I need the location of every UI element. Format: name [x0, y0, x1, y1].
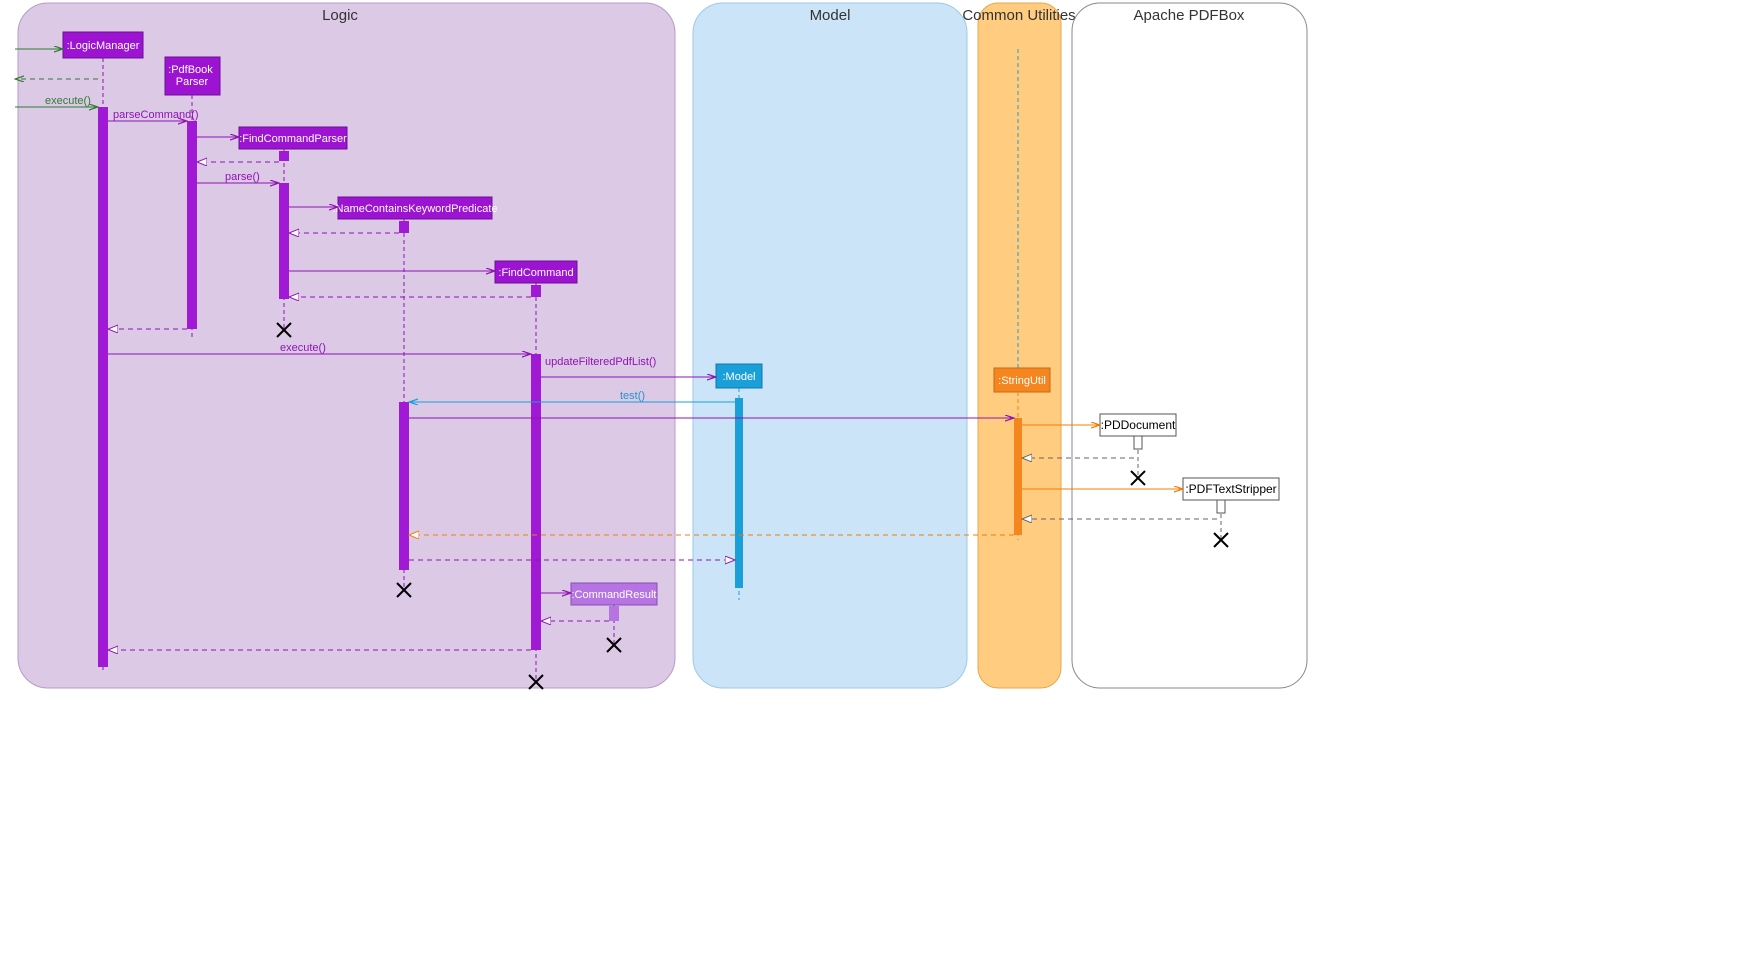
frame-logic-title: Logic [322, 7, 358, 24]
lifeline-stringutil-label: :StringUtil [998, 375, 1046, 387]
msg-parse-label: parse() [225, 171, 260, 183]
lifeline-commandresult-label: :CommandResult [572, 589, 657, 601]
msg-test-label: test() [620, 390, 645, 402]
frame-model [693, 3, 967, 688]
frame-pdfbox [1072, 3, 1307, 688]
lifeline-predicate-label: :NameContainsKeywordPredicate [332, 203, 497, 215]
lifeline-logicmanager-label: :LogicManager [67, 40, 140, 52]
msg-execute-label: execute() [45, 95, 91, 107]
frame-pdfbox-title: Apache PDFBox [1134, 7, 1245, 24]
lifeline-pdftextstripper-label: :PDFTextStripper [1185, 482, 1276, 496]
msg-parsecommand-label: parseCommand() [113, 109, 199, 121]
frame-common [978, 3, 1061, 688]
msg-execute2-label: execute() [280, 342, 326, 354]
msg-updatefilteredpdflist-label: updateFilteredPdfList() [545, 356, 656, 368]
lifeline-model-label: :Model [722, 371, 755, 383]
lifeline-findcommand-label: :FindCommand [498, 267, 573, 279]
frame-common-title: Common Utilities [962, 7, 1075, 24]
frame-model-title: Model [810, 7, 851, 24]
lifeline-pddocument-label: :PDDocument [1101, 418, 1176, 432]
lifeline-findcommandparser-label: :FindCommandParser [239, 133, 347, 145]
